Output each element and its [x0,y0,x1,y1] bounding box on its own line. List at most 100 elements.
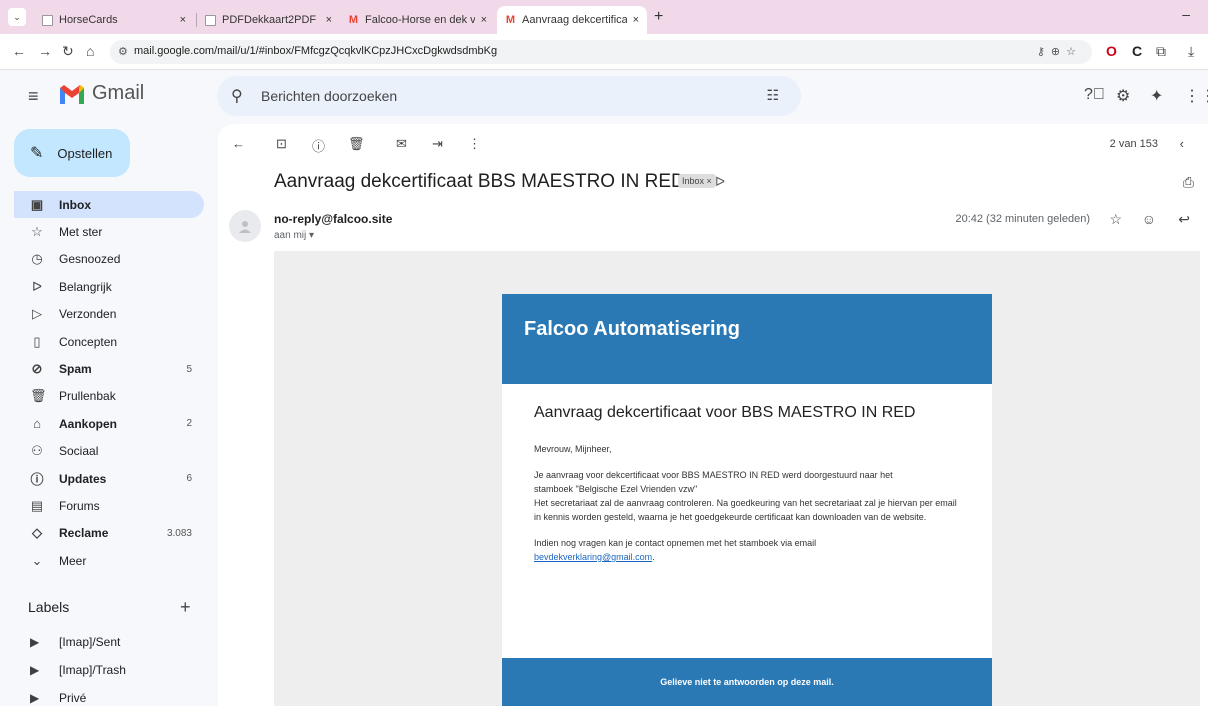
search-options-icon[interactable]: ☷ [766,87,779,104]
gemini-sparkle-icon[interactable]: ✦ [1150,86,1163,106]
unread-count: 5 [186,363,192,375]
email-greeting: Mevrouw, Mijnheer, [534,444,612,454]
gmail-wordmark: Gmail [92,82,145,104]
key-icon[interactable]: ⚷ [1037,46,1051,58]
sidebar-item-label: Updates [59,471,107,486]
forum-icon: ▤ [30,497,44,513]
sidebar-item-important[interactable]: ᐅ Belangrijk [14,273,204,300]
tab-search-icon[interactable]: ⌄ [8,8,26,26]
search-input[interactable] [261,76,741,116]
sidebar-item-label: Reclame [59,526,109,541]
site-settings-icon[interactable]: ⚙ [118,45,128,58]
forward-arrow-icon[interactable]: → [38,43,52,59]
draft-icon: ▯ [33,333,41,349]
label-item-text: Privé [59,691,87,705]
trash-icon: 🗑 [30,388,47,404]
main-menu-icon[interactable]: ≡ [28,86,39,107]
mark-unread-icon[interactable]: ✉ [396,136,407,152]
reload-icon[interactable]: ↻ [62,43,74,60]
search-bar[interactable]: ⚲ ☷ [217,76,801,116]
move-to-icon[interactable]: ⇥ [432,136,443,152]
opera-extension-icon[interactable]: O [1106,43,1117,59]
close-icon[interactable]: × [633,14,639,26]
sidebar-item-label: Aankopen [59,416,118,431]
emoji-reaction-icon[interactable]: ☺ [1142,211,1156,227]
more-options-icon[interactable]: ⋮ [468,136,481,152]
sidebar-item-sent[interactable]: ▷ Verzonden [14,301,204,328]
sidebar-item-more[interactable]: ⌄ Meer [14,547,204,574]
label-list: ▶ [Imap]/Sent ▶ [Imap]/Trash ▶ Privé [14,628,204,706]
sidebar-item-spam[interactable]: ⊘ Spam 5 [14,355,204,382]
new-tab-button[interactable]: + [654,8,663,26]
browser-tab-falcoo-horse[interactable]: M Falcoo-Horse en dek verklaring × [340,6,495,34]
gmail-logo[interactable]: Gmail [58,82,144,105]
compose-button[interactable]: ✎ Opstellen [14,129,130,177]
download-icon[interactable]: ⤓ [1188,43,1194,60]
label-item-imap-sent[interactable]: ▶ [Imap]/Sent [14,628,204,656]
message-panel: ← ⊡ ⓘ 🗑 ✉ ⇥ ⋮ 2 van 153 ‹ Aanvraag dekce… [218,124,1208,706]
close-icon[interactable]: × [180,14,186,26]
label-item-imap-trash[interactable]: ▶ [Imap]/Trash [14,656,204,684]
document-icon [42,14,53,26]
email-paragraph-2: Indien nog vragen kan je contact opnemen… [534,538,817,562]
sidebar-item-forums[interactable]: ▤ Forums [14,492,204,519]
browser-tab-aanvraag[interactable]: M Aanvraag dekcertificaat BBS M/ × [497,6,647,34]
sidebar-item-label: Belangrijk [59,279,112,294]
sidebar-item-social[interactable]: ⚇ Sociaal [14,438,204,465]
shopping-bag-icon: ⌂ [33,416,41,432]
sidebar-item-updates[interactable]: ⓘ Updates 6 [14,465,204,492]
home-icon[interactable]: ⌂ [86,43,94,59]
recipient-details[interactable]: aan mij ▾ [274,230,314,241]
sidebar-item-drafts[interactable]: ▯ Concepten [14,328,204,355]
back-to-inbox-icon[interactable]: ← [232,136,245,151]
close-icon[interactable]: × [481,14,487,26]
important-marker-icon[interactable]: ᐅ [715,174,725,190]
back-arrow-icon[interactable]: ← [12,43,26,59]
message-subject: Aanvraag dekcertificaat BBS MAESTRO IN R… [274,171,685,192]
apps-grid-icon[interactable]: ⋮⋮ [1184,86,1208,106]
person-icon [239,221,251,233]
important-icon: ᐅ [32,278,42,294]
sidebar-item-promotions[interactable]: ◇ Reclame 3.083 [14,520,204,547]
star-icon[interactable]: ☆ [1109,211,1122,228]
label-tag-icon: ▶ [30,663,40,677]
close-icon[interactable]: × [326,14,332,26]
help-icon[interactable]: ?⃝ [1084,86,1105,104]
url-text[interactable]: mail.google.com/mail/u/1/#inbox/FMfcgzQc… [134,45,497,57]
document-icon [205,14,216,26]
c-extension-icon[interactable]: C [1132,43,1142,59]
report-spam-icon[interactable]: ⓘ [312,136,325,155]
pencil-icon: ✎ [30,145,44,162]
bookmark-star-icon[interactable]: ☆ [1066,46,1082,58]
reply-icon[interactable]: ↩ [1178,211,1190,228]
sidebar-item-inbox[interactable]: ▣ Inbox [14,191,204,219]
email-link[interactable]: bevdekverklaring@gmail.com [534,552,652,562]
sidebar-item-label: Spam [59,362,92,377]
zoom-icon[interactable]: ⊕ [1051,46,1066,58]
settings-gear-icon[interactable]: ⚙ [1116,86,1130,106]
print-icon[interactable]: ⎙ [1183,174,1194,191]
search-icon[interactable]: ⚲ [231,86,243,106]
extensions-puzzle-icon[interactable]: ⧉ [1156,43,1166,60]
clock-icon: ◷ [31,251,43,267]
newer-chevron-icon[interactable]: ‹ [1180,136,1184,151]
inbox-label-chip[interactable]: Inbox × [678,174,716,188]
add-label-button[interactable]: + [180,597,191,618]
sidebar-item-snoozed[interactable]: ◷ Gesnoozed [14,246,204,273]
unread-count: 3.083 [166,527,192,539]
delete-icon[interactable]: 🗑 [348,136,365,152]
sidebar-nav: ▣ Inbox ☆ Met ster ◷ Gesnoozed ᐅ Belangr… [14,191,204,574]
address-bar[interactable]: ⚙ mail.google.com/mail/u/1/#inbox/FMfcgz… [110,40,1092,64]
sender-address[interactable]: no-reply@falcoo.site [274,212,392,226]
sidebar-item-purchases[interactable]: ⌂ Aankopen 2 [14,410,204,437]
browser-tab-pdfdekkaart[interactable]: PDFDekkaart2PDF × [197,6,340,34]
sidebar-item-trash[interactable]: 🗑 Prullenbak [14,383,204,410]
email-content-card: Falcoo Automatisering Aanvraag dekcertif… [502,294,992,706]
sidebar-item-label: Inbox [59,197,91,212]
minimize-window-button[interactable]: – [1182,6,1190,22]
browser-tab-horsecards[interactable]: HorseCards × [34,6,194,34]
archive-icon[interactable]: ⊡ [276,136,287,152]
email-footer: Gelieve niet te antwoorden op deze mail. [502,658,992,706]
label-item-prive[interactable]: ▶ Privé [14,684,204,706]
sidebar-item-starred[interactable]: ☆ Met ster [14,218,204,245]
